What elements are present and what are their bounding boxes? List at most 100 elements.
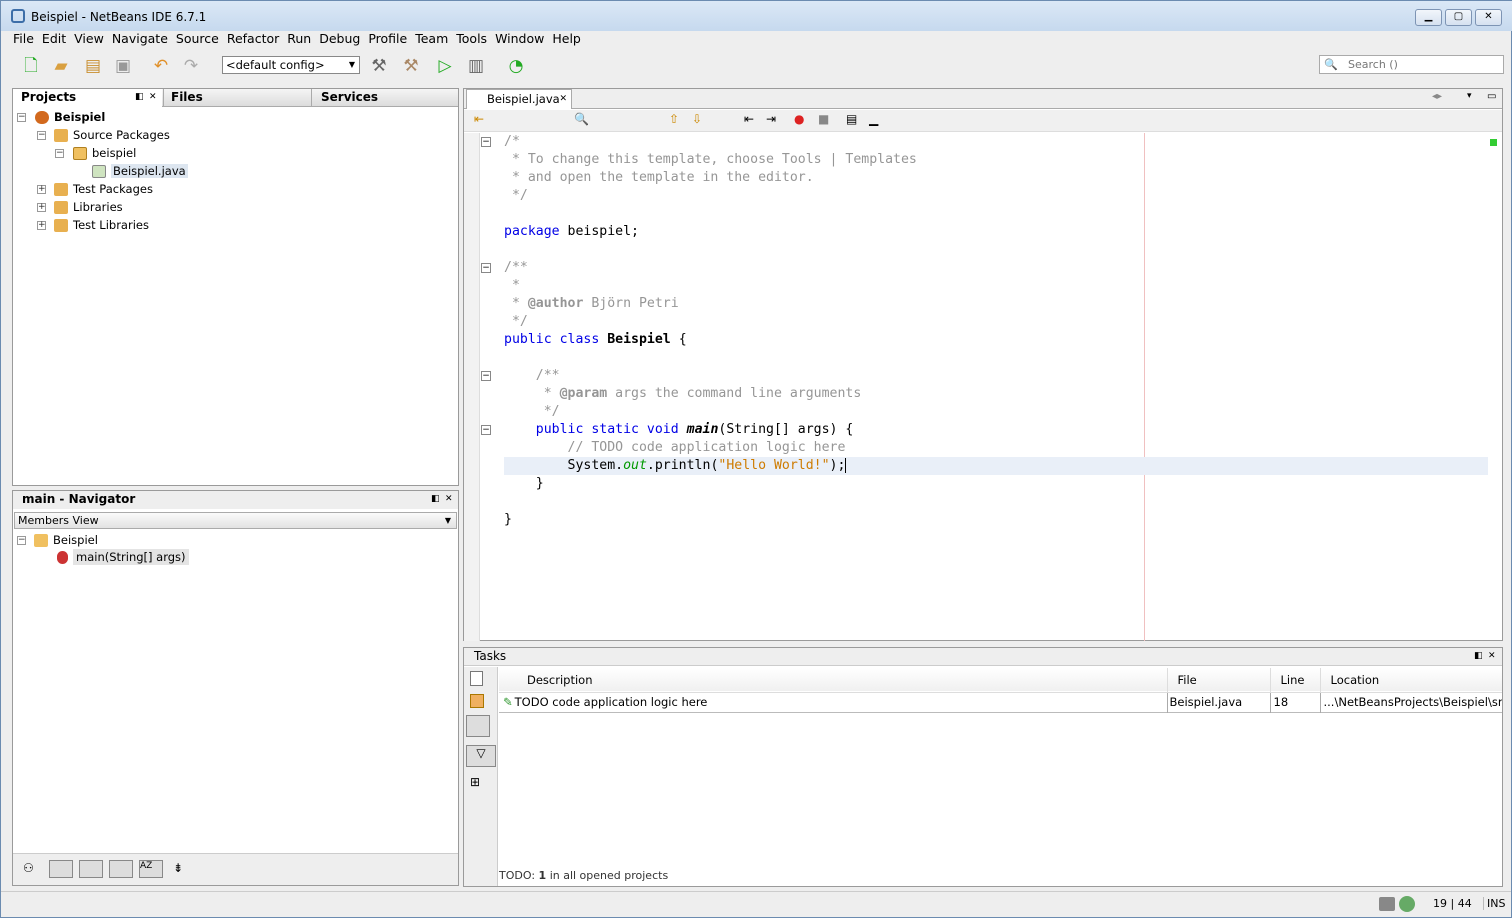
code-line[interactable]: System.out.println("Hello World!"); xyxy=(504,457,917,475)
minimize-button[interactable]: ▁ xyxy=(1415,9,1442,26)
tree-item-java-file[interactable]: Beispiel.java xyxy=(92,164,188,178)
fold-icon[interactable]: − xyxy=(481,371,491,381)
expand-icon[interactable]: + xyxy=(37,203,46,212)
menu-navigate[interactable]: Navigate xyxy=(108,30,172,48)
current-file-scope-icon[interactable] xyxy=(470,671,483,686)
col-line[interactable]: Line xyxy=(1270,668,1321,692)
fold-icon[interactable]: − xyxy=(481,263,491,273)
col-location[interactable]: Location xyxy=(1320,668,1502,692)
code-line[interactable]: /** xyxy=(504,367,917,385)
code-line[interactable]: * @param args the command line arguments xyxy=(504,385,917,403)
code-line[interactable] xyxy=(504,349,917,367)
code-line[interactable]: } xyxy=(504,511,917,529)
shift-left-icon[interactable]: ⇤ xyxy=(744,112,754,126)
uncomment-icon[interactable]: ▁ xyxy=(869,112,878,126)
table-row[interactable]: ✎ TODO code application logic here Beispi… xyxy=(499,692,1502,712)
close-panel-icon[interactable]: ✕ xyxy=(149,89,157,106)
code-line[interactable]: } xyxy=(504,475,917,493)
group-by-icon[interactable]: ⊞ xyxy=(470,775,480,789)
tree-item-test-libraries[interactable]: Test Libraries xyxy=(54,218,149,232)
minimize-panel-icon[interactable]: ◧ xyxy=(1474,648,1483,665)
code-line[interactable]: public class Beispiel { xyxy=(504,331,917,349)
config-select[interactable]: <default config> ▼ xyxy=(222,56,360,74)
menu-run[interactable]: Run xyxy=(283,30,315,48)
fold-icon[interactable]: − xyxy=(481,137,491,147)
code-editor[interactable]: /* * To change this template, choose Too… xyxy=(504,133,917,529)
menu-refactor[interactable]: Refactor xyxy=(223,30,283,48)
tree-item-test-packages[interactable]: Test Packages xyxy=(54,182,153,196)
tab-beispiel-java[interactable]: Beispiel.java ✕ xyxy=(466,89,572,109)
sort-name-icon[interactable]: AZ xyxy=(139,860,163,878)
next-bookmark-icon[interactable]: ⇩ xyxy=(692,112,702,126)
sort-source-icon[interactable]: ⇟ xyxy=(173,861,183,875)
stop-macro-icon[interactable]: ■ xyxy=(818,112,829,126)
main-project-scope-icon[interactable] xyxy=(470,694,484,708)
menu-profile[interactable]: Profile xyxy=(364,30,411,48)
code-line[interactable]: // TODO code application logic here xyxy=(504,439,917,457)
col-description[interactable]: Description xyxy=(499,668,1168,692)
close-tab-icon[interactable]: ✕ xyxy=(559,90,567,108)
code-line[interactable] xyxy=(504,205,917,223)
show-opened-documents-icon[interactable]: ▾ xyxy=(1467,91,1472,101)
close-panel-icon[interactable]: ✕ xyxy=(1488,648,1496,665)
code-line[interactable]: * xyxy=(504,277,917,295)
updates-icon[interactable] xyxy=(1399,896,1415,912)
connection-icon[interactable] xyxy=(1379,897,1395,911)
code-line[interactable]: */ xyxy=(504,313,917,331)
code-line[interactable]: * @author Björn Petri xyxy=(504,295,917,313)
close-button[interactable]: ✕ xyxy=(1475,9,1502,26)
tab-files[interactable]: Files xyxy=(163,89,309,106)
maximize-button[interactable]: ▢ xyxy=(1445,9,1472,26)
record-macro-icon[interactable]: ● xyxy=(794,112,804,126)
menu-file[interactable]: File xyxy=(9,30,38,48)
tree-item-project[interactable]: Beispiel xyxy=(35,110,105,124)
code-line[interactable]: * and open the template in the editor. xyxy=(504,169,917,187)
clean-build-icon[interactable]: ⚒ xyxy=(399,54,423,78)
tree-item-source-packages[interactable]: Source Packages xyxy=(54,128,170,142)
col-file[interactable]: File xyxy=(1167,668,1271,692)
minimize-panel-icon[interactable]: ◧ xyxy=(135,89,144,106)
debug-icon[interactable]: ▥ xyxy=(464,54,488,78)
collapse-icon[interactable]: − xyxy=(17,113,26,122)
new-project-icon[interactable]: ▰ xyxy=(49,54,73,78)
menu-team[interactable]: Team xyxy=(411,30,452,48)
open-project-icon[interactable]: ▤ xyxy=(81,54,105,78)
profile-icon[interactable]: ◔ xyxy=(504,54,528,78)
menu-edit[interactable]: Edit xyxy=(38,30,70,48)
search-input[interactable]: 🔍 Search () xyxy=(1319,55,1504,74)
menu-tools[interactable]: Tools xyxy=(452,30,491,48)
find-icon[interactable]: 🔍 xyxy=(574,112,589,126)
code-line[interactable]: */ xyxy=(504,403,917,421)
navigator-method[interactable]: main(String[] args) xyxy=(57,549,189,565)
minimize-panel-icon[interactable]: ◧ xyxy=(431,491,440,508)
fold-icon[interactable]: − xyxy=(481,425,491,435)
tree-item-package[interactable]: beispiel xyxy=(73,146,136,160)
filter-icon[interactable]: ▽ xyxy=(466,745,496,767)
undo-icon[interactable]: ↶ xyxy=(149,54,173,78)
menu-view[interactable]: View xyxy=(70,30,108,48)
menu-help[interactable]: Help xyxy=(548,30,585,48)
collapse-icon[interactable]: − xyxy=(55,149,64,158)
code-line[interactable]: public static void main(String[] args) { xyxy=(504,421,917,439)
code-line[interactable]: */ xyxy=(504,187,917,205)
code-line[interactable]: /* xyxy=(504,133,917,151)
shift-right-icon[interactable]: ⇥ xyxy=(766,112,776,126)
show-fields-icon[interactable] xyxy=(49,860,73,878)
maximize-window-icon[interactable]: ▭ xyxy=(1487,91,1496,102)
tree-item-libraries[interactable]: Libraries xyxy=(54,200,123,214)
show-nonpublic-icon[interactable] xyxy=(109,860,133,878)
all-projects-scope-icon[interactable] xyxy=(466,715,490,737)
expand-icon[interactable]: + xyxy=(37,185,46,194)
collapse-icon[interactable]: − xyxy=(37,131,46,140)
back-icon[interactable]: ⇤ xyxy=(474,112,484,126)
tab-services[interactable]: Services xyxy=(311,89,378,106)
redo-icon[interactable]: ↷ xyxy=(179,54,203,78)
show-static-icon[interactable] xyxy=(79,860,103,878)
comment-icon[interactable]: ▤ xyxy=(846,112,857,126)
expand-icon[interactable]: + xyxy=(37,221,46,230)
code-line[interactable]: * To change this template, choose Tools … xyxy=(504,151,917,169)
code-line[interactable]: /** xyxy=(504,259,917,277)
build-icon[interactable]: ⚒ xyxy=(367,54,391,78)
code-line[interactable] xyxy=(504,241,917,259)
inherited-members-icon[interactable]: ⚇ xyxy=(23,861,34,875)
